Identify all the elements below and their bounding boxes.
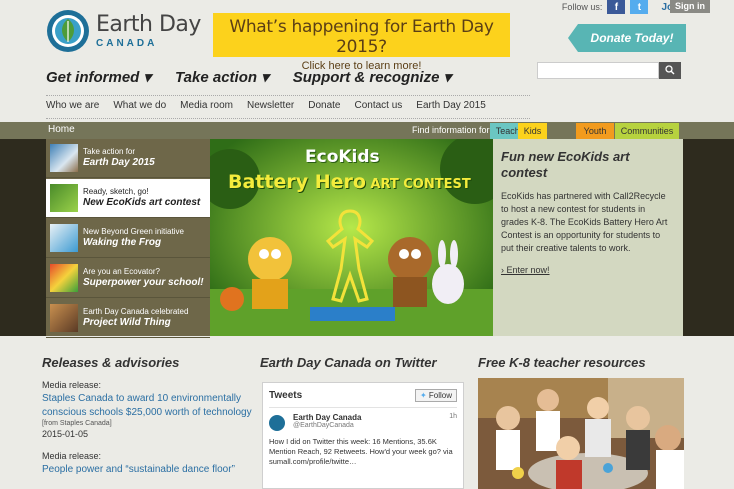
slide-thumbnail	[50, 264, 78, 292]
resources-column: Free K-8 teacher resources	[478, 355, 688, 370]
tag-kids[interactable]: Kids	[518, 123, 547, 139]
twitter-column: Earth Day Canada on Twitter	[260, 355, 470, 370]
tag-communities[interactable]: Communities	[615, 123, 679, 139]
slide-kicker: Are you an Ecovator?	[83, 267, 160, 277]
nav-label: Support & recognize	[292, 69, 440, 86]
chevron-down-icon: ▾	[143, 69, 152, 86]
slide-title: Superpower your school!	[83, 276, 204, 288]
classroom-photo[interactable]	[478, 378, 684, 489]
subnav-donate[interactable]: Donate	[308, 100, 340, 111]
facebook-icon[interactable]: f	[607, 0, 626, 14]
slide-earth-day-2015[interactable]: Take action for Earth Day 2015	[46, 139, 210, 178]
follow-label: Follow	[428, 391, 452, 400]
release-label: Media release:	[42, 380, 102, 390]
subnav-newsletter[interactable]: Newsletter	[247, 100, 294, 111]
tweet-author: Earth Day Canada	[293, 413, 362, 422]
tag-youth[interactable]: Youth	[576, 123, 614, 139]
chevron-down-icon: ▾	[261, 69, 269, 86]
slide-thumbnail	[50, 304, 78, 332]
logo-subtitle: CANADA	[96, 37, 158, 49]
subnav-what-we-do[interactable]: What we do	[113, 100, 166, 111]
nav-take-action[interactable]: Take action ▾	[175, 68, 269, 86]
enter-now-label: Enter now!	[506, 264, 550, 275]
sub-nav: Who we are What we do Media room Newslet…	[46, 100, 500, 111]
slide-thumbnail	[50, 184, 78, 212]
tweet[interactable]: Earth Day Canada @EarthDayCanada 1h	[269, 413, 457, 431]
carousel-slide-list: Take action for Earth Day 2015 Ready, ske…	[46, 139, 233, 338]
promo-title: What’s happening for Earth Day 2015?	[229, 17, 494, 57]
divider	[46, 95, 530, 96]
release-date: 2015-01-05	[42, 429, 89, 439]
search-button[interactable]	[659, 62, 681, 79]
slide-project-wild-thing[interactable]: Earth Day Canada celebrated Project Wild …	[46, 299, 210, 338]
feature-title: Battery Hero ART CONTEST	[228, 171, 471, 193]
twitter-heading: Earth Day Canada on Twitter	[260, 355, 437, 370]
resources-heading: Free K-8 teacher resources	[478, 355, 646, 370]
feature-panel-title: Fun new EcoKids art contest	[501, 149, 630, 181]
subnav-earth-day-2015[interactable]: Earth Day 2015	[416, 100, 486, 111]
search-input[interactable]	[537, 62, 659, 79]
releases-heading: Releases & advisories	[42, 355, 180, 370]
subnav-who-we-are[interactable]: Who we are	[46, 100, 99, 111]
tweet-body: How I did on Twitter this week: 16 Menti…	[269, 437, 453, 467]
earth-day-canada-logo[interactable]: Earth Day CANADA	[46, 9, 201, 53]
audience-bar: Home Find information for: Teachers Kids…	[0, 122, 734, 139]
social-follow-bar: Follow us: f t Join	[562, 0, 682, 14]
chevron-down-icon: ▾	[443, 69, 452, 86]
main-nav: Get informed ▾ Take action ▾ Support & r…	[46, 68, 475, 86]
nav-support-recognize[interactable]: Support & recognize ▾	[293, 68, 451, 86]
follow-label: Follow us:	[561, 2, 603, 12]
slide-waking-the-frog[interactable]: New Beyond Green initiative Waking the Fr…	[46, 219, 210, 258]
slide-thumbnail	[50, 224, 78, 252]
subnav-media-room[interactable]: Media room	[180, 100, 233, 111]
donate-today-button[interactable]: Donate Today!	[568, 24, 686, 52]
nav-label: Take action	[175, 69, 258, 86]
slide-title: Project Wild Thing	[83, 316, 171, 328]
slide-kicker: Earth Day Canada celebrated	[83, 307, 189, 317]
slide-thumbnail	[50, 144, 78, 172]
slide-superpower-school[interactable]: Are you an Ecovator? Superpower your scho…	[46, 259, 210, 298]
feature-title-main: Battery Hero	[228, 171, 366, 193]
search-icon	[665, 65, 675, 75]
divider	[46, 118, 530, 119]
tweet-time: 1h	[449, 413, 457, 420]
home-link[interactable]: Home	[48, 124, 75, 135]
avatar	[269, 415, 285, 431]
slide-ecokids-art-contest[interactable]: Ready, sketch, go! New EcoKids art contes…	[46, 179, 233, 218]
logo-title: Earth Day	[96, 11, 201, 37]
twitter-widget: Tweets ✦ Follow Earth Day Canada @EarthD…	[262, 382, 464, 489]
feature-panel-body: EcoKids has partnered with Call2Recycle …	[501, 190, 668, 253]
nav-get-informed[interactable]: Get informed ▾	[46, 68, 151, 86]
nav-label: Get informed	[46, 69, 140, 86]
slide-kicker: Ready, sketch, go!	[83, 187, 149, 197]
feature-description-panel: Fun new EcoKids art contest EcoKids has …	[493, 139, 683, 336]
release-label: Media release:	[42, 451, 102, 461]
enter-now-link[interactable]: › Enter now!	[501, 265, 675, 275]
twitter-icon[interactable]: t	[630, 0, 649, 14]
subnav-contact-us[interactable]: Contact us	[354, 100, 402, 111]
slide-kicker: Take action for	[83, 147, 136, 157]
slide-title: Earth Day 2015	[83, 156, 155, 168]
slide-kicker: New Beyond Green initiative	[83, 227, 184, 237]
feature-title-tail: ART CONTEST	[370, 177, 471, 192]
release-link[interactable]: People power and “sustainable dance floo…	[42, 463, 252, 477]
twitter-follow-button[interactable]: ✦ Follow	[414, 389, 457, 402]
earth-day-2015-promo-banner[interactable]: What’s happening for Earth Day 2015? Cli…	[213, 13, 510, 72]
releases-column: Releases & advisories Media release: Sta…	[42, 355, 252, 477]
battery-hero-feature-image[interactable]: EcoKids Battery Hero ART CONTEST	[210, 139, 493, 336]
feature-brand: EcoKids	[305, 147, 380, 167]
sign-in-button[interactable]: Sign in	[670, 0, 710, 13]
find-information-label: Find information for:	[412, 125, 493, 135]
slide-title: New EcoKids art contest	[83, 196, 201, 208]
twitter-bird-icon: ✦	[419, 391, 427, 400]
tweet-handle: @EarthDayCanada	[293, 422, 354, 429]
release-source: [from Staples Canada]	[42, 420, 112, 427]
release-link[interactable]: Staples Canada to award 10 environmental…	[42, 392, 252, 419]
leaf-globe-icon	[46, 9, 90, 53]
tweets-title: Tweets	[269, 390, 303, 401]
slide-title: Waking the Frog	[83, 236, 162, 248]
